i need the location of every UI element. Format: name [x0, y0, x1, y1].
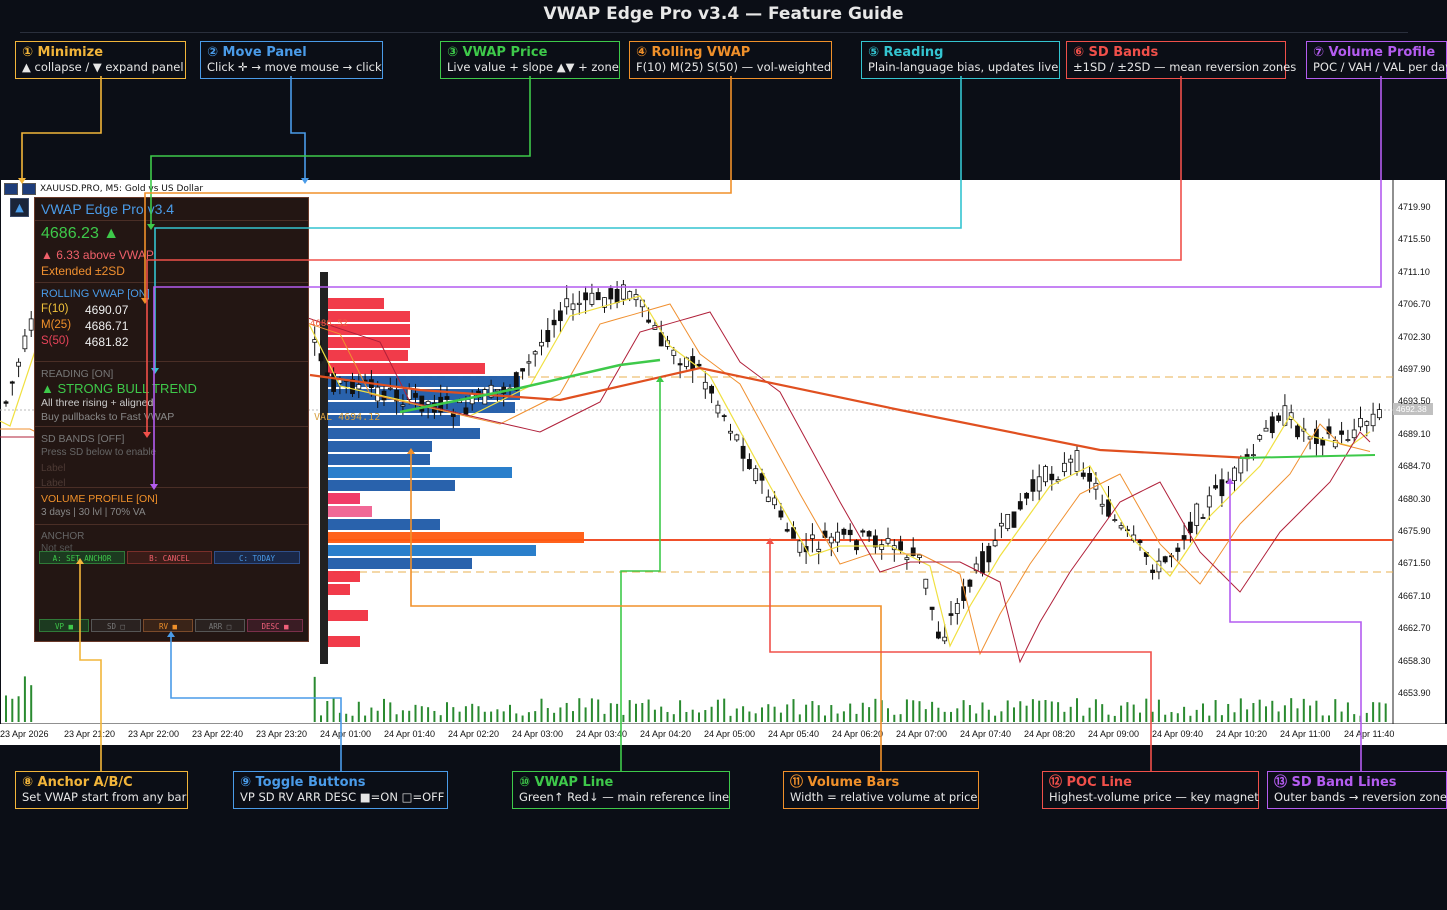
- connector-arrowhead: [167, 631, 175, 637]
- connector-arrowhead: [18, 178, 26, 184]
- vwap-line-connector: [620, 378, 661, 771]
- reading-connector: [154, 76, 962, 372]
- anchor-connector: [79, 560, 102, 771]
- poc-line-connector: [769, 540, 1152, 771]
- sd-band-lines-connector: [1229, 480, 1362, 771]
- volume-profile-connector: [153, 76, 1382, 488]
- connector-arrowhead: [407, 448, 415, 454]
- connector-arrowhead: [151, 368, 159, 374]
- toggle-connector: [170, 633, 342, 771]
- guide-connectors: [18, 76, 1382, 771]
- connector-arrowhead: [147, 224, 155, 230]
- connector-arrowhead: [150, 484, 158, 490]
- rolling-vwap-connector: [144, 76, 732, 302]
- connector-arrowhead: [76, 558, 84, 564]
- move-panel-connector: [290, 76, 306, 182]
- minimize-connector: [21, 76, 102, 182]
- connector-arrowhead: [766, 538, 774, 544]
- connector-arrowhead: [1226, 478, 1234, 484]
- connector-arrowhead: [143, 432, 151, 438]
- connector-arrowhead: [656, 376, 664, 382]
- volume-bars-connector: [410, 450, 882, 771]
- connector-arrowhead: [301, 178, 309, 184]
- vwap-price-connector: [150, 76, 531, 228]
